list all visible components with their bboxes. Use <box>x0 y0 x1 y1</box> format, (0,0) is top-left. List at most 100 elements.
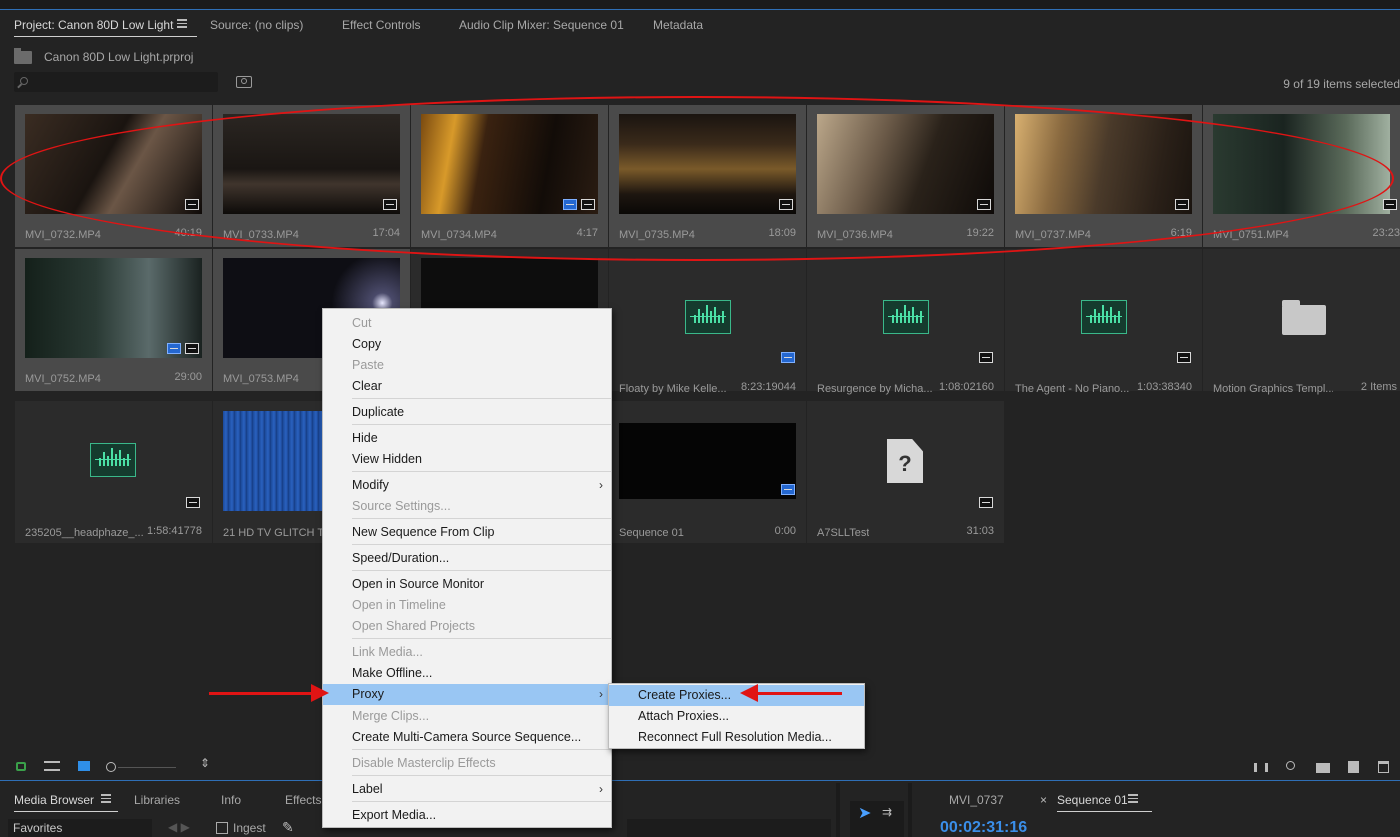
clip-name: Resurgence by Micha... <box>817 383 933 395</box>
chevron-right-icon: › <box>599 782 603 796</box>
automate-to-sequence-icon[interactable] <box>1254 763 1268 772</box>
clip-item[interactable]: MVI_0734.MP4 4:17 <box>411 105 608 247</box>
menu-item-create-proxies[interactable]: Create Proxies... <box>609 685 864 706</box>
tab-metadata[interactable]: Metadata <box>653 18 703 32</box>
clip-duration: 18:09 <box>768 227 796 239</box>
clip-name: MVI_0753.MP4 <box>223 373 299 385</box>
clip-duration: 29:00 <box>174 371 202 383</box>
menu-item-paste[interactable]: Paste <box>323 355 611 376</box>
menu-item-label: Proxy <box>352 687 384 701</box>
icon-view-icon[interactable] <box>78 761 90 771</box>
search-input[interactable] <box>14 72 218 92</box>
audio-item[interactable]: 235205__headphaze_... 1:58:41778 <box>15 401 212 543</box>
clip-name: MVI_0733.MP4 <box>223 229 299 241</box>
menu-item-disable-masterclip[interactable]: Disable Masterclip Effects <box>323 753 611 774</box>
menu-item-reconnect-full-res[interactable]: Reconnect Full Resolution Media... <box>609 727 864 748</box>
clip-duration: 19:22 <box>966 227 994 239</box>
tab-media-browser[interactable]: Media Browser <box>14 793 119 812</box>
clip-duration: 6:19 <box>1170 227 1192 239</box>
tab-timeline-mvi0737[interactable]: MVI_0737 <box>949 793 1004 807</box>
clip-item[interactable]: MVI_0732.MP4 40:19 <box>15 105 212 247</box>
tab-source[interactable]: Source: (no clips) <box>210 18 303 32</box>
favorites-dropdown[interactable]: Favorites <box>8 819 152 837</box>
menu-item-view-hidden[interactable]: View Hidden <box>323 449 611 470</box>
playhead-timecode[interactable]: 00:02:31:16 <box>940 819 1027 837</box>
ingest-checkbox[interactable] <box>216 822 228 834</box>
annotation-arrow-left <box>740 684 842 702</box>
menu-item-source-settings[interactable]: Source Settings... <box>323 496 611 517</box>
video-badge-icon <box>383 199 397 210</box>
menu-item-speed-duration[interactable]: Speed/Duration... <box>323 548 611 569</box>
tab-info[interactable]: Info <box>221 793 241 807</box>
wrench-icon[interactable]: ✎ <box>282 819 294 836</box>
project-panel: Project: Canon 80D Low Light Source: (no… <box>0 9 1400 781</box>
menu-item-copy[interactable]: Copy <box>323 334 611 355</box>
panel-menu-icon[interactable] <box>101 794 111 803</box>
lock-icon[interactable] <box>16 762 26 771</box>
zoom-slider-handle[interactable] <box>106 762 116 772</box>
audio-item[interactable]: Resurgence by Micha... 1:08:02160 <box>807 249 1004 395</box>
menu-item-open-source-monitor[interactable]: Open in Source Monitor <box>323 574 611 595</box>
close-tab-icon[interactable]: × <box>1040 793 1047 807</box>
audio-item[interactable]: The Agent - No Piano... 1:03:38340 <box>1005 249 1202 395</box>
zoom-slider-track[interactable] <box>118 767 176 768</box>
menu-item-open-timeline[interactable]: Open in Timeline <box>323 595 611 616</box>
audio-item[interactable]: Floaty by Mike Kelle... 8:23:19044 <box>609 249 806 395</box>
menu-item-attach-proxies[interactable]: Attach Proxies... <box>609 706 864 727</box>
menu-item-merge-clips[interactable]: Merge Clips... <box>323 706 611 727</box>
menu-item-cut[interactable]: Cut <box>323 313 611 334</box>
video-badge-icon <box>1175 199 1189 210</box>
menu-item-multicam[interactable]: Create Multi-Camera Source Sequence... <box>323 727 611 748</box>
menu-item-duplicate[interactable]: Duplicate <box>323 402 611 423</box>
clip-item[interactable]: ? A7SLLTest 31:03 <box>807 401 1004 543</box>
chevron-right-icon: › <box>599 478 603 492</box>
audio-waveform-icon <box>883 300 929 334</box>
menu-item-modify[interactable]: Modify › <box>323 475 611 496</box>
clip-duration: 17:04 <box>372 227 400 239</box>
menu-item-open-shared[interactable]: Open Shared Projects <box>323 616 611 637</box>
menu-item-new-sequence[interactable]: New Sequence From Clip <box>323 522 611 543</box>
clip-name: 235205__headphaze_... <box>25 527 144 539</box>
sort-icon[interactable]: ⇕ <box>200 756 213 770</box>
clip-item[interactable]: MVI_0733.MP4 17:04 <box>213 105 410 247</box>
tab-effect-controls[interactable]: Effect Controls <box>342 18 420 32</box>
clip-name: The Agent - No Piano... <box>1015 383 1130 395</box>
tab-project[interactable]: Project: Canon 80D Low Light <box>14 18 198 37</box>
selection-tool-icon[interactable]: ➤ <box>858 803 871 823</box>
project-file-row: Canon 80D Low Light.prproj <box>14 47 193 64</box>
sequence-item[interactable]: Sequence 01 0:00 <box>609 401 806 543</box>
menu-item-label-submenu[interactable]: Label › <box>323 779 611 800</box>
menu-item-proxy[interactable]: Proxy › <box>323 684 611 705</box>
back-arrow-icon[interactable]: ◀ ▶ <box>168 820 190 834</box>
tab-timeline-sequence01[interactable]: Sequence 01 <box>1057 793 1152 812</box>
trash-icon[interactable] <box>1378 761 1389 773</box>
clip-item[interactable]: MVI_0752.MP4 29:00 <box>15 249 212 391</box>
bin-item[interactable]: Motion Graphics Templ... 2 Items <box>1203 249 1400 395</box>
tab-audio-clip-mixer[interactable]: Audio Clip Mixer: Sequence 01 <box>459 18 624 32</box>
sequence-duration: 0:00 <box>774 525 796 537</box>
find-button[interactable] <box>236 76 252 88</box>
new-item-icon[interactable] <box>1348 761 1359 773</box>
panel-menu-icon[interactable] <box>1128 794 1138 803</box>
media-search-input[interactable] <box>627 819 831 837</box>
tab-libraries[interactable]: Libraries <box>134 793 180 807</box>
menu-item-make-offline[interactable]: Make Offline... <box>323 663 611 684</box>
clip-item[interactable]: MVI_0736.MP4 19:22 <box>807 105 1004 247</box>
clip-duration: 1:03:38340 <box>1136 381 1192 393</box>
panel-menu-icon[interactable] <box>177 19 187 28</box>
clip-item[interactable]: MVI_0751.MP4 23:23 <box>1203 105 1400 247</box>
audio-badge-icon <box>781 352 795 363</box>
context-menu: Cut Copy Paste Clear Duplicate Hide View… <box>322 308 612 828</box>
tab-effects[interactable]: Effects <box>285 793 321 807</box>
new-bin-icon[interactable] <box>1316 763 1330 773</box>
list-view-icon[interactable] <box>44 761 60 771</box>
menu-item-label: Label <box>352 782 383 796</box>
find-icon[interactable] <box>1286 761 1295 770</box>
clip-item[interactable]: MVI_0737.MP4 6:19 <box>1005 105 1202 247</box>
menu-item-hide[interactable]: Hide <box>323 428 611 449</box>
clip-item[interactable]: MVI_0735.MP4 18:09 <box>609 105 806 247</box>
track-select-tool-icon[interactable]: ⇉ <box>882 805 892 819</box>
menu-item-export-media[interactable]: Export Media... <box>323 805 611 826</box>
menu-item-clear[interactable]: Clear <box>323 376 611 397</box>
menu-item-link-media[interactable]: Link Media... <box>323 642 611 663</box>
